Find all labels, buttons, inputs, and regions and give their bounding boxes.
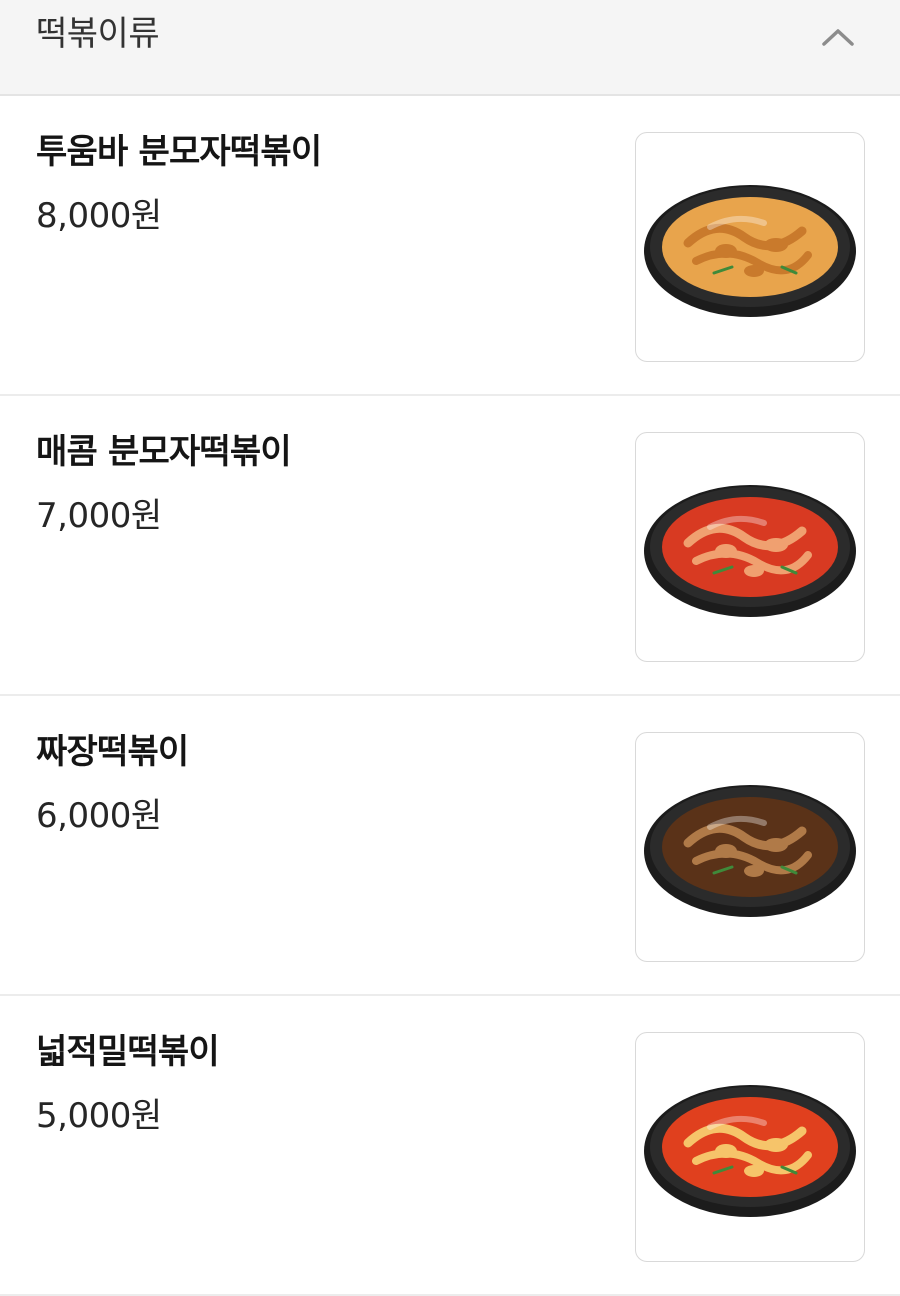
collapse-button[interactable] [812, 18, 864, 58]
menu-list: 투움바 분모자떡볶이 8,000원 매콤 분모자떡볶이 7,000원 짜장떡볶이… [0, 96, 900, 1296]
tteokbokki-image [644, 185, 856, 317]
menu-item-name: 짜장떡볶이 [36, 732, 189, 772]
menu-item-price: 5,000원 [36, 1096, 162, 1136]
tteokbokki-image [644, 1085, 856, 1217]
menu-item-price: 6,000원 [36, 796, 162, 836]
category-header[interactable]: 떡볶이류 [0, 0, 900, 96]
tteokbokki-image [644, 785, 856, 917]
menu-item-price: 8,000원 [36, 196, 162, 236]
menu-item-image[interactable] [635, 732, 865, 962]
menu-item-image[interactable] [635, 132, 865, 362]
menu-item-name: 넓적밀떡볶이 [36, 1032, 220, 1072]
menu-item[interactable]: 짜장떡볶이 6,000원 [0, 696, 900, 996]
menu-item-image[interactable] [635, 432, 865, 662]
menu-item[interactable]: 넓적밀떡볶이 5,000원 [0, 996, 900, 1296]
chevron-up-icon [812, 18, 864, 58]
menu-item[interactable]: 매콤 분모자떡볶이 7,000원 [0, 396, 900, 696]
category-title: 떡볶이류 [36, 14, 160, 54]
menu-item[interactable]: 투움바 분모자떡볶이 8,000원 [0, 96, 900, 396]
menu-item-name: 매콤 분모자떡볶이 [36, 432, 292, 472]
menu-item-image[interactable] [635, 1032, 865, 1262]
menu-item-name: 투움바 분모자떡볶이 [36, 132, 322, 172]
menu-item-price: 7,000원 [36, 496, 162, 536]
tteokbokki-image [644, 485, 856, 617]
